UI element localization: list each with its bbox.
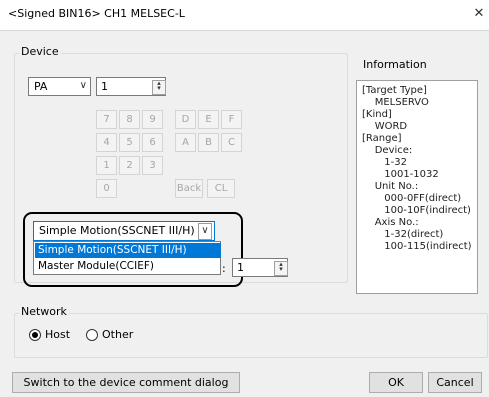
- key-b: B: [198, 133, 219, 152]
- module-number-spinner[interactable]: 1 ▴ ▾: [232, 258, 288, 277]
- key-2: 2: [119, 156, 140, 175]
- title-bar: <Signed BIN16> CH1 MELSEC-L ✕: [0, 0, 489, 30]
- radio-other-label: Other: [102, 328, 134, 341]
- chevron-down-icon: ∨: [79, 80, 87, 91]
- module-number-label: :: [222, 262, 226, 275]
- device-type-select[interactable]: PA ∨: [28, 77, 91, 96]
- radio-selected-icon: [29, 329, 41, 341]
- information-panel: [Target Type] MELSERVO [Kind] WORD [Rang…: [356, 80, 478, 294]
- cancel-button[interactable]: Cancel: [428, 372, 482, 393]
- key-9: 9: [142, 110, 163, 129]
- radio-host-label: Host: [45, 328, 71, 341]
- device-type-value: PA: [34, 80, 48, 93]
- window-title: <Signed BIN16> CH1 MELSEC-L: [8, 7, 185, 20]
- key-f: F: [221, 110, 242, 129]
- dropdown-option-master-module[interactable]: Master Module(CCIEF): [35, 259, 221, 274]
- spin-up-down-icon[interactable]: ▴ ▾: [152, 80, 166, 95]
- key-5: 5: [119, 133, 140, 152]
- key-3: 3: [142, 156, 163, 175]
- key-c: C: [221, 133, 242, 152]
- module-number-value: 1: [237, 261, 244, 274]
- ok-button[interactable]: OK: [369, 372, 423, 393]
- key-e: E: [198, 110, 219, 129]
- module-type-dropdown: Simple Motion(SSCNET III/H) Master Modul…: [33, 241, 221, 275]
- device-number-spinner[interactable]: 1 ▴ ▾: [96, 77, 166, 96]
- radio-unselected-icon: [86, 329, 98, 341]
- key-7: 7: [96, 110, 117, 129]
- dropdown-option-simple-motion[interactable]: Simple Motion(SSCNET III/H): [35, 243, 221, 258]
- key-back: Back: [175, 179, 203, 198]
- information-label: Information: [363, 58, 427, 71]
- key-d: D: [175, 110, 196, 129]
- network-group-label: Network: [19, 305, 69, 318]
- radio-other[interactable]: Other: [86, 328, 156, 342]
- key-4: 4: [96, 133, 117, 152]
- spin-up-down-icon[interactable]: ▴ ▾: [274, 261, 288, 276]
- key-cl: CL: [207, 179, 235, 198]
- key-0: 0: [96, 179, 117, 198]
- module-type-select[interactable]: Simple Motion(SSCNET III/H) ∨: [33, 221, 215, 241]
- key-6: 6: [142, 133, 163, 152]
- chevron-down-icon[interactable]: ∨: [198, 223, 212, 240]
- key-8: 8: [119, 110, 140, 129]
- device-number-value: 1: [101, 80, 108, 93]
- information-text: [Target Type] MELSERVO [Kind] WORD [Rang…: [362, 85, 472, 252]
- module-type-value: Simple Motion(SSCNET III/H): [39, 224, 195, 237]
- key-1: 1: [96, 156, 117, 175]
- key-a: A: [175, 133, 196, 152]
- device-group-label: Device: [19, 45, 61, 58]
- close-icon[interactable]: ✕: [470, 3, 488, 25]
- switch-comment-dialog-button[interactable]: Switch to the device comment dialog: [12, 372, 240, 393]
